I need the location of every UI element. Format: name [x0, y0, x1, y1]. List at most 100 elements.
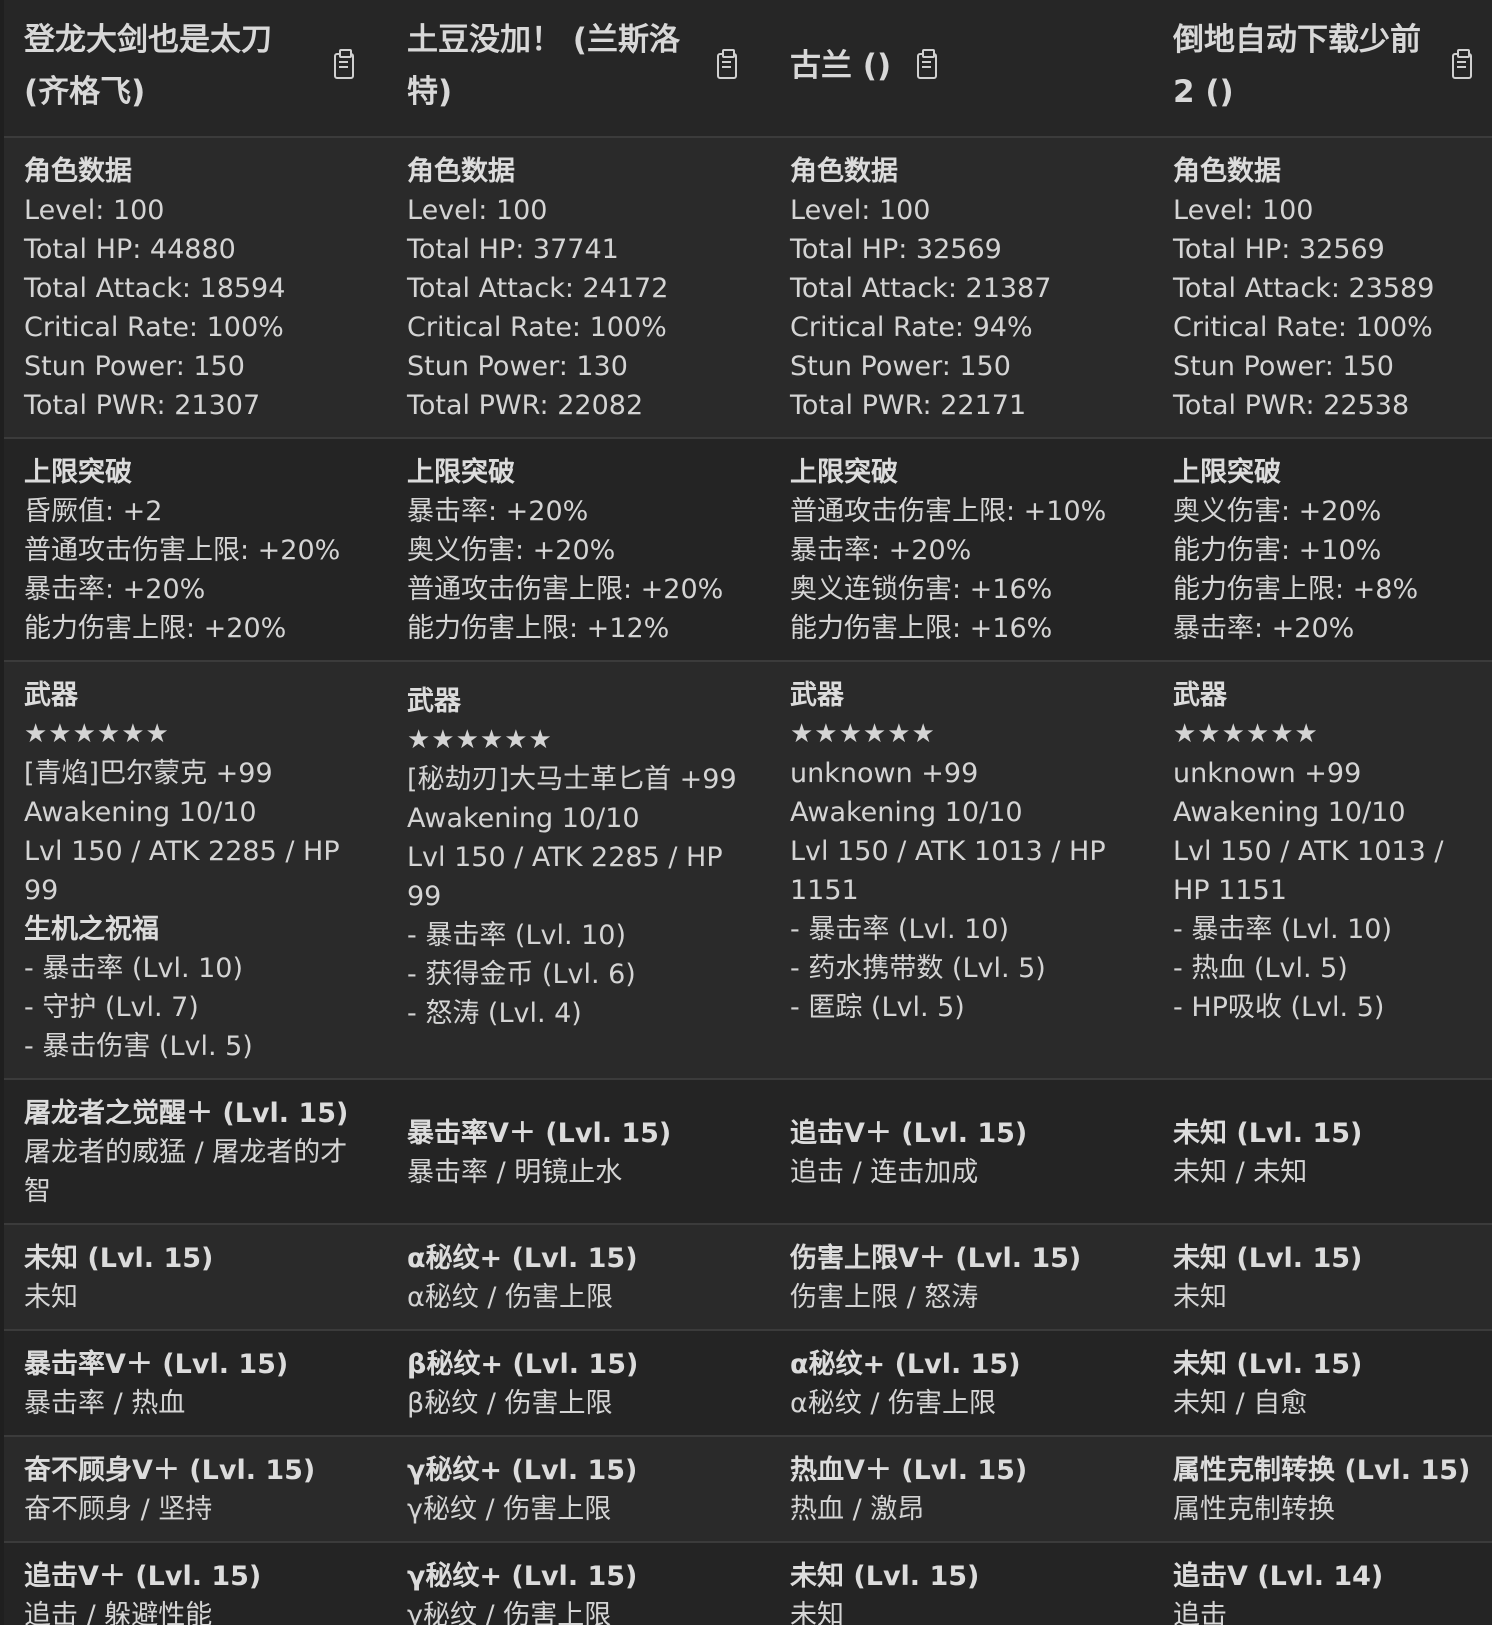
weapon-skill: - 怒涛 (Lvl. 4) — [407, 998, 582, 1029]
summon-cell: 暴击率Ⅴ＋ (Lvl. 15) 暴击率 / 明镜止水 — [387, 1080, 770, 1225]
limit-break-cell: 上限突破 奥义伤害: +20% 能力伤害: +10% 能力伤害上限: +8% 暴… — [1153, 439, 1492, 662]
rarity-stars: ★★★★★★ — [407, 725, 553, 755]
summon-desc: 未知 — [1173, 1282, 1227, 1313]
weapon-extra-label: 生机之祝福 — [24, 914, 159, 945]
summon-cell: 未知 (Lvl. 15) 未知 — [1153, 1225, 1492, 1331]
clipboard-icon[interactable] — [917, 49, 938, 79]
summon-title: 追击Ⅴ＋ (Lvl. 15) — [24, 1561, 262, 1592]
summon-title: 未知 (Lvl. 15) — [790, 1561, 980, 1592]
weapon-skill: - 守护 (Lvl. 7) — [24, 992, 199, 1023]
pwr-value: Total PWR: 22538 — [1173, 390, 1410, 421]
summon-cell: β秘纹+ (Lvl. 15) β秘纹 / 伤害上限 — [387, 1331, 770, 1437]
weapon-cell: 武器 ★★★★★★ [秘劫刃]大马士革匕首 +99 Awakening 10/1… — [387, 662, 770, 1080]
summon-title: γ秘纹+ (Lvl. 15) — [407, 1455, 638, 1486]
weapon-cell: 武器 ★★★★★★ [青焰]巴尔蒙克 +99 Awakening 10/10 L… — [4, 662, 387, 1080]
summon-title: 未知 (Lvl. 15) — [1173, 1243, 1363, 1274]
stun-value: Stun Power: 150 — [24, 351, 245, 382]
character-name: 倒地自动下载少前2 () — [1173, 22, 1421, 110]
character-header-4: 倒地自动下载少前2 () — [1153, 0, 1492, 138]
summon-cell: α秘纹+ (Lvl. 15) α秘纹 / 伤害上限 — [387, 1225, 770, 1331]
level-value: Level: 100 — [790, 195, 931, 226]
stats-cell: 角色数据 Level: 100 Total HP: 44880 Total At… — [4, 138, 387, 439]
summon-cell: α秘纹+ (Lvl. 15) α秘纹 / 伤害上限 — [770, 1331, 1153, 1437]
weapon-stats: Lvl 150 / ATK 1013 / HP 1151 — [790, 836, 1106, 906]
limit-break-label: 上限突破 — [790, 457, 898, 488]
level-value: Level: 100 — [407, 195, 548, 226]
summon-cell: 追击Ⅴ＋ (Lvl. 15) 追击 / 躲避性能 — [4, 1543, 387, 1625]
stats-label: 角色数据 — [24, 156, 132, 187]
weapon-skill: - 药水携带数 (Lvl. 5) — [790, 953, 1046, 984]
character-comparison-table: 登龙大剑也是太刀 (齐格飞) 土豆没加！ (兰斯洛特) 古兰 () 倒地自动下载… — [4, 0, 1492, 1625]
stats-label: 角色数据 — [1173, 156, 1281, 187]
rarity-stars: ★★★★★★ — [790, 719, 936, 749]
limit-break-item: 能力伤害上限: +8% — [1173, 574, 1419, 605]
crit-value: Critical Rate: 100% — [1173, 312, 1433, 343]
weapon-cell: 武器 ★★★★★★ unknown +99 Awakening 10/10 Lv… — [1153, 662, 1492, 1080]
limit-break-item: 能力伤害上限: +12% — [407, 613, 670, 644]
weapon-label: 武器 — [1173, 680, 1227, 711]
limit-break-item: 奥义伤害: +20% — [1173, 496, 1382, 527]
limit-break-label: 上限突破 — [24, 457, 132, 488]
clipboard-icon[interactable] — [717, 49, 737, 79]
summon-cell: 未知 (Lvl. 15) 未知 / 未知 — [1153, 1080, 1492, 1225]
clipboard-icon[interactable] — [1452, 49, 1472, 79]
summon-cell: 奋不顾身Ⅴ＋ (Lvl. 15) 奋不顾身 / 坚持 — [4, 1437, 387, 1543]
weapon-name: unknown +99 — [1173, 758, 1362, 789]
summon-title: 奋不顾身Ⅴ＋ (Lvl. 15) — [24, 1455, 316, 1486]
weapon-stats: Lvl 150 / ATK 2285 / HP 99 — [407, 842, 723, 912]
character-name: 登龙大剑也是太刀 (齐格飞) — [24, 22, 272, 110]
limit-break-item: 奥义连锁伤害: +16% — [790, 574, 1053, 605]
summon-cell: 暴击率Ⅴ＋ (Lvl. 15) 暴击率 / 热血 — [4, 1331, 387, 1437]
summon-desc: 追击 — [1173, 1600, 1227, 1625]
summon-cell: γ秘纹+ (Lvl. 15) γ秘纹 / 伤害上限 — [387, 1543, 770, 1625]
summon-title: 追击Ⅴ＋ (Lvl. 15) — [790, 1117, 1028, 1149]
summon-cell: 热血Ⅴ＋ (Lvl. 15) 热血 / 激昂 — [770, 1437, 1153, 1543]
character-header-1: 登龙大剑也是太刀 (齐格飞) — [4, 0, 387, 138]
summon-title: α秘纹+ (Lvl. 15) — [790, 1349, 1021, 1380]
summon-title: 暴击率Ⅴ＋ (Lvl. 15) — [407, 1117, 672, 1149]
summon-cell: 未知 (Lvl. 15) 未知 — [770, 1543, 1153, 1625]
summon-title: 暴击率Ⅴ＋ (Lvl. 15) — [24, 1349, 289, 1380]
summon-desc: 属性克制转换 — [1173, 1494, 1335, 1525]
summon-title: α秘纹+ (Lvl. 15) — [407, 1243, 638, 1274]
limit-break-item: 能力伤害上限: +16% — [790, 613, 1053, 644]
clipboard-icon[interactable] — [334, 49, 354, 79]
limit-break-cell: 上限突破 暴击率: +20% 奥义伤害: +20% 普通攻击伤害上限: +20%… — [387, 439, 770, 662]
summon-desc: 屠龙者的威猛 / 屠龙者的才智 — [24, 1137, 348, 1207]
limit-break-item: 普通攻击伤害上限: +20% — [407, 574, 724, 605]
summon-cell: 追击Ⅴ＋ (Lvl. 15) 追击 / 连击加成 — [770, 1080, 1153, 1225]
weapon-skill: - 获得金币 (Lvl. 6) — [407, 959, 636, 990]
limit-break-item: 能力伤害上限: +20% — [24, 613, 287, 644]
summon-desc: 伤害上限 / 怒涛 — [790, 1282, 979, 1313]
summon-desc: 暴击率 / 热血 — [24, 1388, 186, 1419]
stun-value: Stun Power: 130 — [407, 351, 628, 382]
summon-desc: 未知 — [24, 1282, 78, 1313]
summon-title: 未知 (Lvl. 15) — [1173, 1117, 1363, 1149]
weapon-awakening: Awakening 10/10 — [1173, 797, 1406, 828]
summon-title: 屠龙者之觉醒＋ (Lvl. 15) — [24, 1098, 349, 1129]
summon-cell: 属性克制转换 (Lvl. 15) 属性克制转换 — [1153, 1437, 1492, 1543]
weapon-name: [青焰]巴尔蒙克 +99 — [24, 758, 273, 789]
limit-break-cell: 上限突破 普通攻击伤害上限: +10% 暴击率: +20% 奥义连锁伤害: +1… — [770, 439, 1153, 662]
limit-break-label: 上限突破 — [407, 457, 515, 488]
weapon-skill: - HP吸收 (Lvl. 5) — [1173, 992, 1385, 1023]
limit-break-item: 昏厥值: +2 — [24, 496, 163, 527]
summon-desc: β秘纹 / 伤害上限 — [407, 1388, 613, 1419]
weapon-skill: - 暴击率 (Lvl. 10) — [1173, 914, 1393, 945]
limit-break-item: 奥义伤害: +20% — [407, 535, 616, 566]
stun-value: Stun Power: 150 — [790, 351, 1011, 382]
weapon-label: 武器 — [407, 686, 461, 717]
limit-break-item: 能力伤害: +10% — [1173, 535, 1382, 566]
rarity-stars: ★★★★★★ — [1173, 719, 1319, 749]
stun-value: Stun Power: 150 — [1173, 351, 1394, 382]
limit-break-label: 上限突破 — [1173, 457, 1281, 488]
weapon-skill: - 热血 (Lvl. 5) — [1173, 953, 1348, 984]
attack-value: Total Attack: 24172 — [407, 273, 669, 304]
crit-value: Critical Rate: 94% — [790, 312, 1033, 343]
stats-label: 角色数据 — [790, 156, 898, 187]
summon-title: 属性克制转换 (Lvl. 15) — [1173, 1455, 1471, 1486]
weapon-skill: - 暴击率 (Lvl. 10) — [407, 920, 627, 951]
summon-desc: 奋不顾身 / 坚持 — [24, 1494, 213, 1525]
summon-title: β秘纹+ (Lvl. 15) — [407, 1349, 639, 1380]
hp-value: Total HP: 32569 — [790, 234, 1002, 265]
